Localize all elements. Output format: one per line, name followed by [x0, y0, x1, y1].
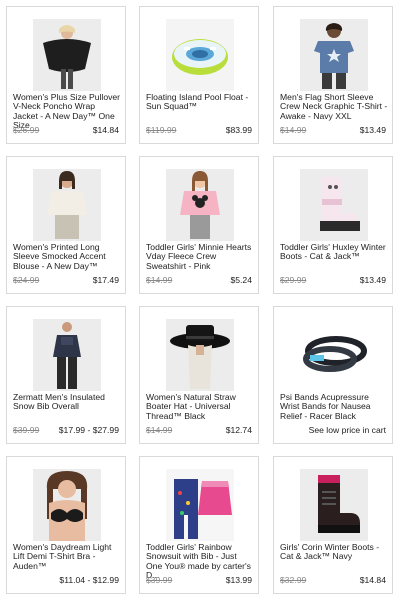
price-row: $39.99 $13.99	[146, 575, 252, 585]
original-price: $32.99	[280, 575, 307, 585]
product-title[interactable]: Girls' Corin Winter Boots - Cat & Jack™ …	[280, 542, 388, 562]
product-title[interactable]: Women's Natural Straw Boater Hat - Unive…	[146, 392, 254, 421]
product-title[interactable]: Toddler Girls' Huxley Winter Boots - Cat…	[280, 242, 388, 262]
price-row: $14.99 $13.49	[280, 125, 386, 135]
product-title[interactable]: Women's Printed Long Sleeve Smocked Acce…	[13, 242, 121, 271]
product-title[interactable]: Zermatt Men's Insulated Snow Bib Overall	[13, 392, 121, 412]
product-title[interactable]: Psi Bands Acupressure Wrist Bands for Na…	[280, 392, 388, 421]
product-card[interactable]: Girls' Corin Winter Boots - Cat & Jack™ …	[273, 456, 393, 594]
price-row: $26.99 $14.84	[13, 125, 119, 135]
product-title[interactable]: Men's Flag Short Sleeve Crew Neck Graphi…	[280, 92, 388, 121]
price-row: $29.99 $13.49	[280, 275, 386, 285]
price-row: $119.99 $83.99	[146, 125, 252, 135]
price-row: $11.04 - $12.99	[13, 575, 119, 585]
original-price: $24.99	[13, 275, 40, 285]
sale-price: $13.49	[359, 275, 386, 285]
sale-price: $17.99 - $27.99	[58, 425, 119, 435]
original-price: $14.99	[280, 125, 307, 135]
price-row: $24.99 $17.49	[13, 275, 119, 285]
product-title[interactable]: Women's Daydream Light Lift Demi T-Shirt…	[13, 542, 121, 571]
product-card[interactable]: Toddler Girls' Rainbow Snowsuit with Bib…	[139, 456, 259, 594]
winter-boots-image[interactable]	[300, 169, 368, 241]
pool-float-image[interactable]	[166, 19, 234, 91]
product-title[interactable]: Floating Island Pool Float - Sun Squad™	[146, 92, 254, 112]
product-title[interactable]: Toddler Girls' Minnie Hearts Vday Fleece…	[146, 242, 254, 271]
original-price: $39.99	[146, 575, 173, 585]
poncho-jacket-image[interactable]	[33, 19, 101, 91]
product-card[interactable]: Women's Daydream Light Lift Demi T-Shirt…	[6, 456, 126, 594]
sale-price: $13.49	[359, 125, 386, 135]
price-row: $14.99 $12.74	[146, 425, 252, 435]
womens-blouse-image[interactable]	[33, 169, 101, 241]
product-card[interactable]: Floating Island Pool Float - Sun Squad™ …	[139, 6, 259, 144]
sale-price: $17.49	[92, 275, 119, 285]
snowsuit-image[interactable]	[166, 469, 234, 541]
cart-price-note: See low price in cart	[308, 425, 386, 435]
sale-price: $14.84	[359, 575, 386, 585]
product-card[interactable]: Women's Printed Long Sleeve Smocked Acce…	[6, 156, 126, 294]
original-price: $14.99	[146, 275, 173, 285]
product-card[interactable]: Toddler Girls' Huxley Winter Boots - Cat…	[273, 156, 393, 294]
product-card[interactable]: Women's Natural Straw Boater Hat - Unive…	[139, 306, 259, 444]
product-card[interactable]: Women's Plus Size Pullover V-Neck Poncho…	[6, 6, 126, 144]
sale-price: $12.74	[225, 425, 252, 435]
snow-bib-image[interactable]	[33, 319, 101, 391]
sale-price: $13.99	[225, 575, 252, 585]
price-row: See low price in cart	[280, 425, 386, 435]
price-row: $39.99 $17.99 - $27.99	[13, 425, 119, 435]
sale-price: $11.04 - $12.99	[59, 575, 119, 585]
price-row: $32.99 $14.84	[280, 575, 386, 585]
mens-tshirt-image[interactable]	[300, 19, 368, 91]
boater-hat-image[interactable]	[166, 319, 234, 391]
sale-price: $5.24	[230, 275, 252, 285]
girls-boots-image[interactable]	[300, 469, 368, 541]
tshirt-bra-image[interactable]	[33, 469, 101, 541]
sale-price: $14.84	[92, 125, 119, 135]
original-price: $26.99	[13, 125, 40, 135]
product-card[interactable]: Men's Flag Short Sleeve Crew Neck Graphi…	[273, 6, 393, 144]
original-price: $29.99	[280, 275, 307, 285]
product-grid: Women's Plus Size Pullover V-Neck Poncho…	[0, 0, 400, 600]
minnie-sweatshirt-image[interactable]	[166, 169, 234, 241]
wrist-bands-image[interactable]	[300, 319, 368, 391]
product-card[interactable]: Toddler Girls' Minnie Hearts Vday Fleece…	[139, 156, 259, 294]
original-price: $39.99	[13, 425, 40, 435]
original-price: $14.99	[146, 425, 173, 435]
product-card[interactable]: Zermatt Men's Insulated Snow Bib Overall…	[6, 306, 126, 444]
sale-price: $83.99	[225, 125, 252, 135]
original-price: $119.99	[146, 125, 177, 135]
product-card[interactable]: Psi Bands Acupressure Wrist Bands for Na…	[273, 306, 393, 444]
price-row: $14.99 $5.24	[146, 275, 252, 285]
